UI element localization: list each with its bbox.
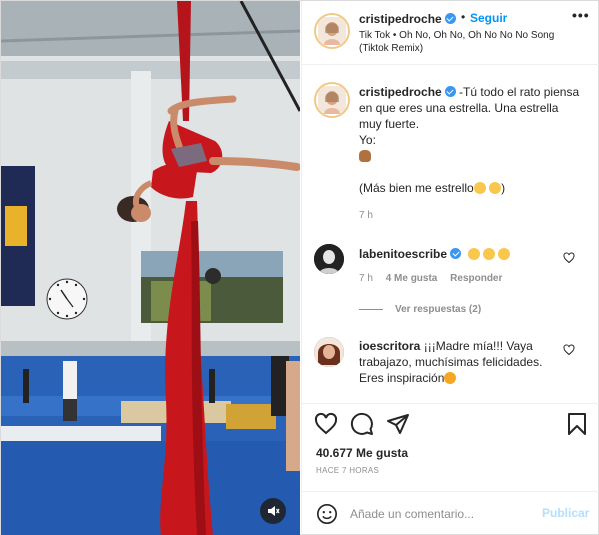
post-dialog: cristipedroche • Seguir ••• Tik Tok • Oh… [0, 0, 599, 535]
post-header: cristipedroche • Seguir ••• Tik Tok • Oh… [302, 1, 599, 65]
commenter-avatar[interactable] [314, 244, 344, 274]
post-time[interactable]: HACE 7 HORAS [316, 466, 379, 475]
more-icon[interactable]: ••• [572, 7, 590, 23]
view-replies-label[interactable]: Ver respuestas (2) [395, 304, 481, 315]
comment-icon[interactable] [350, 412, 374, 439]
smiling-face-emoji-icon [483, 248, 496, 260]
caption-aside-end: ) [501, 181, 506, 195]
commenter-username[interactable]: labenitoescribe [359, 247, 447, 261]
post-actions: 40.677 Me gusta HACE 7 HORAS [302, 403, 599, 491]
heart-eyes-emoji-icon [444, 372, 457, 384]
song-title[interactable]: Tik Tok • Oh No, Oh No, Oh No No No Song… [359, 29, 584, 55]
mute-icon [266, 504, 280, 518]
commenter-avatar[interactable] [314, 337, 344, 367]
rofl-emoji-icon [489, 182, 502, 194]
replies-line [359, 308, 383, 310]
comment-like-heart-icon[interactable] [563, 252, 575, 267]
smiling-face-emoji-icon [498, 248, 511, 260]
publish-button[interactable]: Publicar [542, 506, 589, 520]
caption-text: cristipedroche -Tú todo el rato piensa e… [359, 84, 584, 196]
smiling-face-emoji-icon [467, 248, 480, 260]
verified-icon [444, 86, 456, 97]
caption-avatar[interactable] [314, 82, 350, 118]
comment-time[interactable]: 7 h [359, 273, 373, 284]
reply-button[interactable]: Responder [450, 273, 502, 284]
video-frame-illustration [1, 1, 300, 535]
author-username-text[interactable]: cristipedroche [359, 12, 442, 26]
header-separator: • [461, 10, 466, 24]
mute-button[interactable] [260, 498, 286, 524]
comment-input[interactable] [350, 500, 535, 528]
view-replies-button[interactable]: Ver respuestas (2) [359, 304, 481, 315]
commenter-username[interactable]: ioescritora [359, 339, 420, 353]
comment-likes[interactable]: 4 Me gusta [386, 273, 438, 284]
comment-text: ioescritora ¡¡¡Madre mía!!! Vaya trabaja… [359, 338, 559, 386]
caption-time[interactable]: 7 h [359, 210, 373, 221]
bookmark-icon[interactable] [566, 412, 588, 439]
verified-icon [450, 248, 462, 259]
share-icon[interactable] [386, 412, 410, 439]
likes-count[interactable]: 40.677 Me gusta [316, 446, 408, 460]
caption-aside: (Más bien me estrello [359, 181, 474, 195]
heart-icon[interactable] [314, 412, 338, 439]
comments-area[interactable]: cristipedroche -Tú todo el rato piensa e… [302, 66, 599, 403]
caption-yo: Yo: [359, 133, 376, 147]
author-username[interactable]: cristipedroche [359, 12, 456, 26]
post-side-panel: cristipedroche • Seguir ••• Tik Tok • Oh… [301, 1, 599, 535]
verified-icon [444, 13, 456, 24]
follow-button[interactable]: Seguir [470, 11, 507, 25]
caption-username[interactable]: cristipedroche [359, 85, 442, 99]
comment-text: labenitoescribe [359, 247, 511, 261]
smiley-icon[interactable] [316, 503, 338, 528]
post-video[interactable] [1, 1, 300, 535]
rofl-emoji-icon [473, 182, 486, 194]
add-comment-bar: Publicar [302, 491, 599, 535]
woman-shrugging-emoji-icon [359, 150, 371, 162]
author-avatar[interactable] [314, 13, 350, 49]
comment-meta: 7 h 4 Me gusta Responder [359, 273, 512, 284]
comment-like-heart-icon[interactable] [563, 344, 575, 359]
